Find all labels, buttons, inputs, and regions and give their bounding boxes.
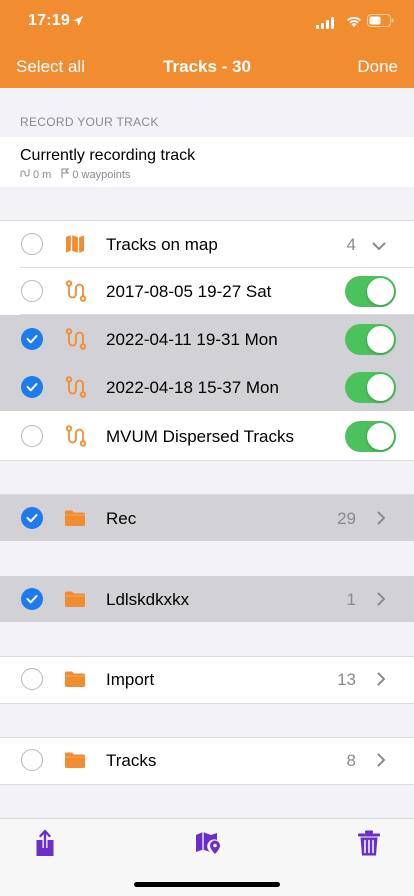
waypoints-value: 0 waypoints xyxy=(72,168,131,181)
folder-row-tracks[interactable]: Tracks 8 xyxy=(0,738,414,784)
select-checkbox-checked[interactable] xyxy=(21,507,43,529)
toggle-knob xyxy=(367,326,394,353)
track-label: 2022-04-18 15-37 Mon xyxy=(106,378,279,397)
toggle-knob xyxy=(367,374,394,401)
folder-row-rec[interactable]: Rec 29 xyxy=(0,495,414,541)
trash-icon[interactable] xyxy=(354,828,384,858)
folder-icon xyxy=(64,507,86,529)
select-checkbox[interactable] xyxy=(21,425,43,447)
select-checkbox[interactable] xyxy=(21,749,43,771)
select-checkbox[interactable] xyxy=(21,668,43,690)
track-label: 2017-08-05 19-27 Sat xyxy=(106,282,272,301)
toggle-knob xyxy=(367,278,394,305)
folder-count: 1 xyxy=(346,590,356,609)
header: 17:19 Select all Tracks - 30 Done xyxy=(0,0,414,88)
select-checkbox-checked[interactable] xyxy=(21,328,43,350)
track-label: 2022-04-11 19-31 Mon xyxy=(106,330,278,349)
chevron-right-icon xyxy=(377,511,386,530)
distance-value: 0 m xyxy=(33,168,52,181)
track-label: Tracks on map xyxy=(106,235,218,254)
divider xyxy=(0,460,414,461)
folder-label: Rec xyxy=(106,509,137,528)
cellular-signal-icon xyxy=(316,16,336,34)
track-count: 4 xyxy=(346,235,356,254)
map-icon xyxy=(64,233,86,255)
folder-count: 8 xyxy=(346,751,356,770)
route-icon xyxy=(64,425,87,447)
map-pin-icon[interactable] xyxy=(193,828,223,858)
route-icon xyxy=(64,376,87,398)
visibility-toggle[interactable] xyxy=(345,421,396,452)
status-bar: 17:19 xyxy=(0,0,414,44)
visibility-toggle[interactable] xyxy=(345,276,396,307)
distance-icon xyxy=(20,168,30,181)
folder-row-ldlskdkxkx[interactable]: Ldlskdkxkx 1 xyxy=(0,576,414,622)
share-icon[interactable] xyxy=(30,828,60,858)
divider xyxy=(0,784,414,785)
waypoint-flag-icon xyxy=(61,168,70,181)
folder-row-import[interactable]: Import 13 xyxy=(0,657,414,703)
track-row-2022-04-11[interactable]: 2022-04-11 19-31 Mon xyxy=(0,315,414,363)
folder-label: Ldlskdkxkx xyxy=(106,590,190,609)
track-row-2022-04-18[interactable]: 2022-04-18 15-37 Mon xyxy=(0,363,414,411)
folder-icon xyxy=(64,668,86,690)
chevron-down-icon[interactable] xyxy=(372,238,386,256)
recording-track-meta: 0 m 0 waypoints xyxy=(20,168,130,181)
select-checkbox-checked[interactable] xyxy=(21,588,43,610)
recording-track-cell[interactable]: Currently recording track 0 m 0 waypoint… xyxy=(0,137,414,187)
navigation-bar: Select all Tracks - 30 Done xyxy=(0,44,414,88)
track-row-tracks-on-map[interactable]: Tracks on map 4 xyxy=(0,221,414,268)
toggle-knob xyxy=(367,423,394,450)
select-checkbox[interactable] xyxy=(21,280,43,302)
route-icon xyxy=(64,328,87,350)
folder-label: Import xyxy=(106,670,155,689)
home-indicator xyxy=(134,882,280,887)
location-arrow-icon xyxy=(72,14,84,32)
chevron-right-icon xyxy=(377,753,386,772)
battery-icon xyxy=(367,14,394,32)
folder-count: 29 xyxy=(337,509,356,528)
recording-track-title: Currently recording track xyxy=(20,147,196,164)
folder-count: 13 xyxy=(337,670,356,689)
folder-icon xyxy=(64,588,86,610)
select-all-button[interactable]: Select all xyxy=(16,57,85,77)
visibility-toggle[interactable] xyxy=(345,372,396,403)
chevron-right-icon xyxy=(377,672,386,691)
select-checkbox[interactable] xyxy=(21,233,43,255)
folder-label: Tracks xyxy=(106,751,157,770)
done-button[interactable]: Done xyxy=(357,57,398,77)
wifi-icon xyxy=(346,15,362,33)
chevron-right-icon xyxy=(377,592,386,611)
status-time: 17:19 xyxy=(28,12,70,29)
record-section-header: RECORD YOUR TRACK xyxy=(20,115,159,129)
track-row-mvum-dispersed[interactable]: MVUM Dispersed Tracks xyxy=(0,411,414,460)
folder-icon xyxy=(64,749,86,771)
select-checkbox-checked[interactable] xyxy=(21,376,43,398)
track-row-2017-08-05[interactable]: 2017-08-05 19-27 Sat xyxy=(0,268,414,315)
divider xyxy=(0,703,414,704)
track-label: MVUM Dispersed Tracks xyxy=(106,427,294,446)
visibility-toggle[interactable] xyxy=(345,324,396,355)
route-icon xyxy=(64,280,87,302)
